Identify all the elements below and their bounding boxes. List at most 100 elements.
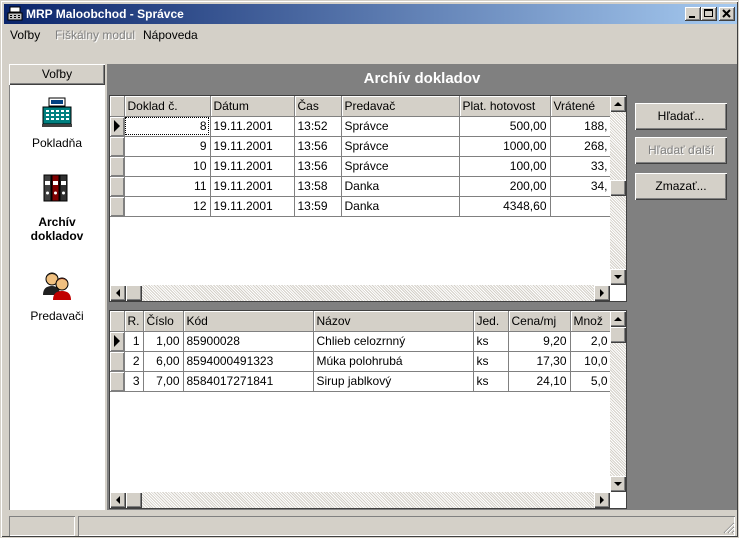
close-button[interactable]: [719, 7, 735, 21]
column-header-datum[interactable]: Dátum: [210, 96, 295, 117]
cell-cas[interactable]: 13:56: [294, 136, 342, 157]
scroll-thumb[interactable]: [126, 285, 142, 301]
column-header-mnoz[interactable]: Množ: [570, 311, 612, 332]
cell-cena[interactable]: 9,20: [508, 331, 571, 352]
cell-predavac[interactable]: Danka: [341, 176, 460, 197]
cell-nazov[interactable]: Sirup jablkový: [313, 371, 474, 392]
cell-datum[interactable]: 19.11.2001: [210, 136, 295, 157]
column-header-doklad[interactable]: Doklad č.: [124, 96, 211, 117]
cell-predavac[interactable]: Danka: [341, 196, 460, 217]
cash-register-app-icon[interactable]: [7, 6, 23, 22]
resize-grip-icon[interactable]: [723, 522, 735, 534]
cell-datum[interactable]: 19.11.2001: [210, 116, 295, 137]
cell-doklad[interactable]: 10: [124, 156, 211, 177]
table-row[interactable]: 12 19.11.2001 13:59 Danka 4348,60: [110, 196, 612, 217]
cell-doklad[interactable]: 12: [124, 196, 211, 217]
scroll-right-button[interactable]: [594, 492, 610, 508]
cell-doklad[interactable]: 8: [124, 116, 211, 137]
receipts-vertical-scrollbar[interactable]: [610, 96, 626, 285]
cell-cas[interactable]: 13:52: [294, 116, 342, 137]
cell-plat-hotovost[interactable]: 4348,60: [459, 196, 551, 217]
row-indicator[interactable]: [110, 351, 125, 372]
cell-r[interactable]: 2: [124, 351, 144, 372]
table-row[interactable]: 10 19.11.2001 13:56 Správce 100,00 33,: [110, 156, 612, 177]
scroll-thumb[interactable]: [126, 492, 142, 508]
title-bar[interactable]: MRP Maloobchod - Správce: [4, 4, 737, 24]
cell-vratene[interactable]: 268,: [550, 136, 612, 157]
cell-predavac[interactable]: Správce: [341, 116, 460, 137]
search-next-button[interactable]: Hľadať ďalší: [635, 137, 727, 164]
maximize-button[interactable]: [701, 7, 717, 21]
cell-cas[interactable]: 13:58: [294, 176, 342, 197]
cell-cas[interactable]: 13:59: [294, 196, 342, 217]
sidebar-item-archiv-dokladov[interactable]: Archív dokladov: [9, 171, 105, 251]
cell-mnoz[interactable]: 5,0: [570, 371, 612, 392]
cell-datum[interactable]: 19.11.2001: [210, 176, 295, 197]
receipts-grid[interactable]: Doklad č. Dátum Čas Predavač Plat. hotov…: [109, 95, 627, 302]
cell-plat-hotovost[interactable]: 500,00: [459, 116, 551, 137]
column-header-jed[interactable]: Jed.: [473, 311, 509, 332]
cell-kod[interactable]: 85900028: [183, 331, 314, 352]
column-header-cislo[interactable]: Číslo: [143, 311, 184, 332]
cell-vratene[interactable]: 188,: [550, 116, 612, 137]
column-header-cas[interactable]: Čas: [294, 96, 342, 117]
cell-vratene[interactable]: 33,: [550, 156, 612, 177]
cell-nazov[interactable]: Múka polohrubá: [313, 351, 474, 372]
sidebar-item-predavaci[interactable]: Predavači: [9, 269, 105, 329]
scroll-down-button[interactable]: [610, 476, 626, 492]
cell-datum[interactable]: 19.11.2001: [210, 156, 295, 177]
column-header-cena[interactable]: Cena/mj: [508, 311, 571, 332]
menu-volby[interactable]: Voľby: [10, 28, 40, 42]
cell-vratene[interactable]: [550, 196, 612, 217]
column-header-predavac[interactable]: Predavač: [341, 96, 460, 117]
cell-jed[interactable]: ks: [473, 351, 509, 372]
receipts-horizontal-scrollbar[interactable]: [110, 285, 610, 301]
cell-cislo[interactable]: 7,00: [143, 371, 184, 392]
items-horizontal-scrollbar[interactable]: [110, 492, 610, 508]
scroll-thumb[interactable]: [610, 327, 626, 343]
cell-mnoz[interactable]: 10,0: [570, 351, 612, 372]
cell-jed[interactable]: ks: [473, 371, 509, 392]
scroll-up-button[interactable]: [610, 311, 626, 327]
column-header-r[interactable]: R.: [124, 311, 144, 332]
column-header-vratene[interactable]: Vrátené: [550, 96, 612, 117]
table-row[interactable]: 9 19.11.2001 13:56 Správce 1000,00 268,: [110, 136, 612, 157]
scroll-down-button[interactable]: [610, 269, 626, 285]
delete-button[interactable]: Zmazať...: [635, 173, 727, 200]
cell-cena[interactable]: 17,30: [508, 351, 571, 372]
cell-cas[interactable]: 13:56: [294, 156, 342, 177]
items-grid[interactable]: R. Číslo Kód Názov Jed. Cena/mj Množ 1 1…: [109, 310, 627, 509]
table-row[interactable]: 11 19.11.2001 13:58 Danka 200,00 34,: [110, 176, 612, 197]
cell-doklad[interactable]: 11: [124, 176, 211, 197]
scroll-thumb[interactable]: [610, 180, 626, 196]
sidebar-item-pokladna[interactable]: Pokladňa: [9, 96, 105, 156]
table-row[interactable]: 2 6,00 8594000491323 Múka polohrubá ks 1…: [110, 351, 612, 372]
items-vertical-scrollbar[interactable]: [610, 311, 626, 492]
cell-cislo[interactable]: 1,00: [143, 331, 184, 352]
cell-plat-hotovost[interactable]: 100,00: [459, 156, 551, 177]
scroll-left-button[interactable]: [110, 285, 126, 301]
cell-kod[interactable]: 8594000491323: [183, 351, 314, 372]
scroll-right-button[interactable]: [594, 285, 610, 301]
table-row[interactable]: 8 19.11.2001 13:52 Správce 500,00 188,: [110, 116, 612, 137]
row-indicator[interactable]: [110, 196, 125, 217]
cell-nazov[interactable]: Chlieb celozrnný: [313, 331, 474, 352]
row-indicator[interactable]: [110, 136, 125, 157]
table-row[interactable]: 3 7,00 8584017271841 Sirup jablkový ks 2…: [110, 371, 612, 392]
cell-cislo[interactable]: 6,00: [143, 351, 184, 372]
scroll-left-button[interactable]: [110, 492, 126, 508]
sidebar-header[interactable]: Voľby: [9, 64, 105, 85]
column-header-plat-hotovost[interactable]: Plat. hotovost: [459, 96, 551, 117]
column-header-kod[interactable]: Kód: [183, 311, 314, 332]
scroll-up-button[interactable]: [610, 96, 626, 112]
menu-napoveda[interactable]: Nápoveda: [143, 28, 198, 42]
row-indicator[interactable]: [110, 371, 125, 392]
cell-kod[interactable]: 8584017271841: [183, 371, 314, 392]
cell-vratene[interactable]: 34,: [550, 176, 612, 197]
search-button[interactable]: Hľadať...: [635, 103, 727, 130]
cell-r[interactable]: 1: [124, 331, 144, 352]
cell-doklad[interactable]: 9: [124, 136, 211, 157]
table-row[interactable]: 1 1,00 85900028 Chlieb celozrnný ks 9,20…: [110, 331, 612, 352]
row-indicator[interactable]: [110, 156, 125, 177]
cell-datum[interactable]: 19.11.2001: [210, 196, 295, 217]
